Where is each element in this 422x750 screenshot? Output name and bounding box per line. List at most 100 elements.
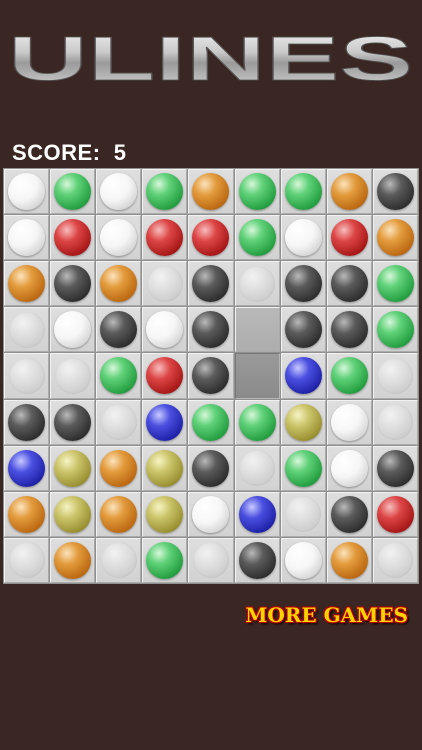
blue-ball: [8, 449, 46, 487]
board-cell[interactable]: [96, 491, 142, 537]
yellow-ball: [146, 495, 184, 533]
board-cell[interactable]: [280, 445, 326, 491]
orange-ball: [54, 541, 92, 579]
blue-ball: [284, 357, 322, 395]
board-cell[interactable]: [96, 307, 142, 353]
white-ball: [8, 173, 46, 211]
board-cell[interactable]: [280, 169, 326, 215]
board-cell[interactable]: [142, 353, 188, 399]
board-cell[interactable]: [188, 491, 234, 537]
board-cell[interactable]: [50, 537, 96, 583]
board-cell[interactable]: [142, 307, 188, 353]
board-cell[interactable]: [188, 537, 234, 583]
red-ball: [146, 219, 184, 257]
red-ball: [146, 357, 184, 395]
board-cell[interactable]: [280, 353, 326, 399]
black-ball: [192, 357, 230, 395]
board-cell[interactable]: [372, 169, 418, 215]
board-cell[interactable]: [372, 215, 418, 261]
board-cell[interactable]: [50, 353, 96, 399]
board-cell[interactable]: [280, 399, 326, 445]
board-cell[interactable]: [372, 353, 418, 399]
board-cell[interactable]: [234, 261, 280, 307]
board-cell[interactable]: [188, 399, 234, 445]
board-cell[interactable]: [372, 261, 418, 307]
board-cell[interactable]: [4, 353, 50, 399]
board-cell[interactable]: [234, 445, 280, 491]
board-cell[interactable]: [4, 169, 50, 215]
board-cell[interactable]: [280, 537, 326, 583]
board-cell[interactable]: [234, 169, 280, 215]
board-cell[interactable]: [4, 445, 50, 491]
black-ball: [330, 265, 368, 303]
board-cell[interactable]: [4, 261, 50, 307]
board-cell[interactable]: [188, 261, 234, 307]
board-cell[interactable]: [96, 261, 142, 307]
board-cell[interactable]: [96, 169, 142, 215]
board-cell[interactable]: [4, 537, 50, 583]
board-cell[interactable]: [234, 491, 280, 537]
board-cell[interactable]: [142, 169, 188, 215]
board-cell[interactable]: [50, 261, 96, 307]
board-cell[interactable]: [188, 353, 234, 399]
empty-slot: [285, 496, 322, 533]
board-cell[interactable]: [326, 399, 372, 445]
board-cell[interactable]: [280, 491, 326, 537]
board-cell[interactable]: [188, 215, 234, 261]
board-cell[interactable]: [142, 215, 188, 261]
board-cell[interactable]: [96, 537, 142, 583]
board-cell[interactable]: [280, 307, 326, 353]
board-cell[interactable]: [142, 537, 188, 583]
board-cell[interactable]: [50, 491, 96, 537]
board-cell[interactable]: [96, 215, 142, 261]
board-cell[interactable]: [234, 399, 280, 445]
board-cell[interactable]: [326, 261, 372, 307]
ulines-logo: ULINES: [8, 25, 414, 95]
board-cell[interactable]: [142, 445, 188, 491]
board-cell[interactable]: [280, 261, 326, 307]
board-cell[interactable]: [50, 215, 96, 261]
board-cell[interactable]: [50, 307, 96, 353]
empty-slot: [377, 404, 414, 441]
board-cell[interactable]: [188, 307, 234, 353]
board-cell[interactable]: [96, 399, 142, 445]
board-cell[interactable]: [326, 445, 372, 491]
black-ball: [100, 311, 138, 349]
board-cell[interactable]: [234, 353, 280, 399]
board-cell[interactable]: [188, 169, 234, 215]
board-cell[interactable]: [50, 445, 96, 491]
board-cell[interactable]: [142, 399, 188, 445]
board-cell[interactable]: [142, 491, 188, 537]
board-cell[interactable]: [326, 537, 372, 583]
board-cell[interactable]: [50, 399, 96, 445]
board-cell[interactable]: [326, 215, 372, 261]
board-cell[interactable]: [4, 491, 50, 537]
board-cell[interactable]: [280, 215, 326, 261]
board-cell[interactable]: [372, 445, 418, 491]
board-cell[interactable]: [326, 353, 372, 399]
board-cell[interactable]: [326, 307, 372, 353]
board-cell[interactable]: [234, 307, 280, 353]
board-cell[interactable]: [326, 169, 372, 215]
more-games-button[interactable]: MORE GAMES: [245, 603, 408, 627]
board-cell[interactable]: [372, 399, 418, 445]
board-cell[interactable]: [4, 399, 50, 445]
board-cell[interactable]: [188, 445, 234, 491]
board-cell[interactable]: [372, 307, 418, 353]
board-cell[interactable]: [372, 491, 418, 537]
empty-slot: [54, 357, 91, 394]
board-cell[interactable]: [96, 445, 142, 491]
empty-slot: [377, 542, 414, 579]
board-cell[interactable]: [372, 537, 418, 583]
board-cell[interactable]: [50, 169, 96, 215]
board-cell[interactable]: [234, 215, 280, 261]
white-ball: [330, 449, 368, 487]
board-cell[interactable]: [142, 261, 188, 307]
board-cell[interactable]: [326, 491, 372, 537]
board-cell[interactable]: [4, 215, 50, 261]
board-cell[interactable]: [96, 353, 142, 399]
orange-ball: [100, 495, 138, 533]
yellow-ball: [284, 403, 322, 441]
board-cell[interactable]: [4, 307, 50, 353]
board-cell[interactable]: [234, 537, 280, 583]
